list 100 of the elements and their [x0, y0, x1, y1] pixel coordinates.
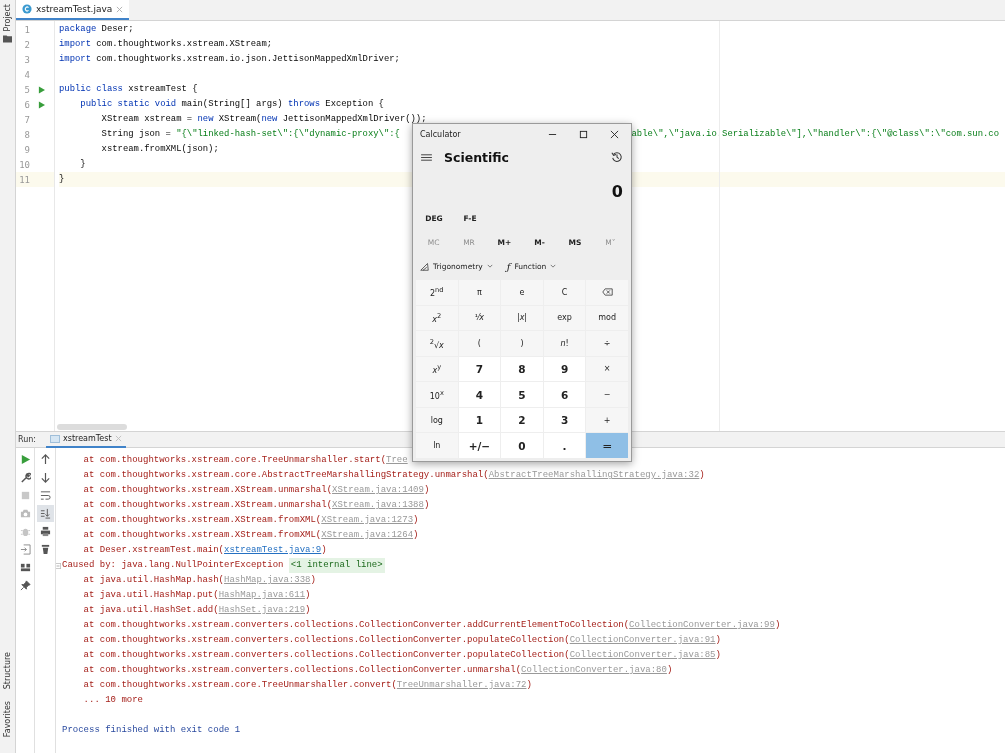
exit-message: Process finished with exit code 1: [62, 724, 241, 737]
trash-icon[interactable]: [39, 544, 51, 555]
history-icon[interactable]: [611, 151, 623, 163]
maximize-icon[interactable]: [579, 129, 588, 139]
tool-window-tab[interactable]: Favorites: [3, 700, 12, 737]
stack-frame: at com.thoughtworks.xstream.converters.collections.CollectionConverter.populateCollection(: [83, 633, 570, 648]
display-value: 0: [610, 181, 624, 203]
key-button[interactable]: +: [586, 407, 628, 433]
key-button[interactable]: exp: [543, 305, 586, 331]
key-button[interactable]: mod: [586, 305, 628, 331]
key-button[interactable]: 1: [458, 407, 501, 433]
key-button[interactable]: n!: [543, 331, 586, 356]
stack-frame: at com.thoughtworks.xstream.XStream.fromXML(: [83, 528, 322, 543]
stack-frame: at com.thoughtworks.xstream.XStream.unmarshal(: [83, 483, 333, 498]
key-button[interactable]: e: [501, 280, 543, 305]
print-icon[interactable]: [39, 526, 51, 537]
triangle-icon: [420, 261, 429, 271]
code-line: XStream xstream = new XStream(new JettisonMappedXmlDriver());: [100, 113, 427, 126]
key-button[interactable]: 4: [458, 382, 501, 407]
paren: ): [321, 544, 327, 557]
close-icon[interactable]: [610, 129, 619, 139]
stack-frame: at com.thoughtworks.xstream.converters.collections.CollectionConverter.unmarshal(: [83, 663, 522, 678]
stack-frame: at java.util.HashMap.put(: [83, 588, 219, 603]
internal-lines-badge[interactable]: <1 internal line>: [288, 558, 385, 573]
key-button[interactable]: 2$^{nd}$: [416, 280, 458, 305]
key-button[interactable]: 0: [501, 433, 543, 458]
stack-frame: at com.thoughtworks.xstream.converters.collections.CollectionConverter.addCurrentElementToCollection(: [83, 618, 630, 633]
scrollbar[interactable]: [57, 424, 127, 430]
code-line: public class xstreamTest {: [59, 83, 198, 96]
key-button[interactable]: |x|: [501, 305, 543, 331]
scroll-to-end-icon[interactable]: [39, 508, 51, 519]
stack-frame: at com.thoughtworks.xstream.XStream.unmarshal(: [83, 498, 333, 513]
down-arrow-icon[interactable]: [39, 472, 51, 483]
up-arrow-icon[interactable]: [39, 454, 51, 465]
stack-frame: at com.thoughtworks.xstream.core.TreeUnmarshaller.start(: [83, 453, 387, 468]
window-title: Calculator: [420, 129, 462, 139]
key-button[interactable]: C: [543, 280, 586, 305]
key-button[interactable]: ×: [586, 356, 628, 382]
stack-frame: at Deser.xstreamTest.main(: [83, 543, 225, 558]
key-button[interactable]: ¹⁄x: [458, 305, 501, 331]
key-button[interactable]: 5: [501, 382, 543, 407]
run-icon[interactable]: [38, 85, 45, 94]
key-button[interactable]: 2: [501, 407, 543, 433]
key-button[interactable]: $^{2}$√x: [416, 331, 458, 356]
chevron-down-icon: [486, 264, 493, 268]
source-link[interactable]: xstreamTest.java:9: [224, 543, 322, 558]
code-line: String json = "{\"linked-hash-set\":{\"dynamic-proxy\":{: [100, 128, 400, 141]
stack-frame: at java.util.HashSet.add(: [83, 603, 219, 618]
layout-icon[interactable]: [19, 562, 31, 573]
backspace-button[interactable]: [586, 280, 628, 305]
paren: ): [423, 499, 430, 512]
soft-wrap-icon[interactable]: [39, 490, 51, 501]
exit-icon[interactable]: [19, 544, 31, 555]
key-button[interactable]: x$^{y}$: [416, 356, 458, 382]
run-icon[interactable]: [19, 454, 31, 465]
line-number: 1: [23, 24, 30, 35]
key-button[interactable]: (: [458, 331, 501, 356]
key-button[interactable]: π: [458, 280, 501, 305]
key-button[interactable]: 6: [543, 382, 586, 407]
editor-tab[interactable]: xstreamTest.java: [16, 0, 130, 20]
code-line: import com.thoughtworks.xstream.XStream;: [59, 38, 273, 51]
key-button[interactable]: ): [501, 331, 543, 356]
key-button[interactable]: 7: [458, 356, 501, 382]
pin-icon[interactable]: [19, 580, 31, 591]
key-button[interactable]: ln: [416, 433, 458, 458]
paren: ): [413, 529, 419, 542]
run-icon[interactable]: [38, 100, 45, 109]
stack-frame: at com.thoughtworks.xstream.core.AbstractTreeMarshallingStrategy.unmarshal(: [83, 468, 489, 483]
stack-frame: at com.thoughtworks.xstream.core.TreeUnmarshaller.convert(: [83, 678, 397, 693]
line-number: 3: [23, 54, 30, 65]
class-file-icon: [22, 4, 32, 14]
key-button[interactable]: 8: [501, 356, 543, 382]
code-text: able\",\"java.io.Serializable\"],\"handler\":{\"@class\":\"com.sun.co: [631, 128, 1000, 141]
key-button[interactable]: +/−: [458, 433, 501, 458]
stack-frame: at com.thoughtworks.xstream.converters.collections.CollectionConverter.populateCollection(: [83, 648, 570, 663]
wrench-icon[interactable]: [19, 472, 31, 483]
key-button[interactable]: .: [543, 433, 586, 458]
key-button[interactable]: −: [586, 382, 628, 407]
project-tool-tab[interactable]: Project: [3, 4, 12, 32]
key-button[interactable]: 9: [543, 356, 586, 382]
paren: ): [774, 619, 781, 632]
paren: ): [413, 514, 419, 527]
line-number: 6: [23, 99, 30, 110]
key-button[interactable]: x$^{2}$: [416, 305, 458, 331]
mode-title: Scientific: [444, 149, 510, 165]
key-button[interactable]: log: [416, 407, 458, 433]
folder-icon: [3, 35, 12, 44]
key-button[interactable]: 10$^{x}$: [416, 382, 458, 407]
key-button[interactable]: =: [586, 433, 628, 458]
paren: ): [715, 649, 721, 662]
tool-window-tab[interactable]: Structure: [3, 651, 12, 689]
menu-icon[interactable]: [421, 152, 432, 162]
key-button[interactable]: ÷: [586, 331, 628, 356]
key-button[interactable]: 3: [543, 407, 586, 433]
console-icon: [50, 434, 61, 443]
code-line: import com.thoughtworks.xstream.io.json.JettisonMappedXmlDriver;: [59, 53, 400, 66]
run-tab[interactable]: xstreamTest: [46, 431, 126, 448]
stack-frame: at java.util.HashMap.hash(: [83, 573, 225, 588]
chevron-down-icon: [550, 264, 557, 268]
line-number: 5: [23, 84, 30, 95]
